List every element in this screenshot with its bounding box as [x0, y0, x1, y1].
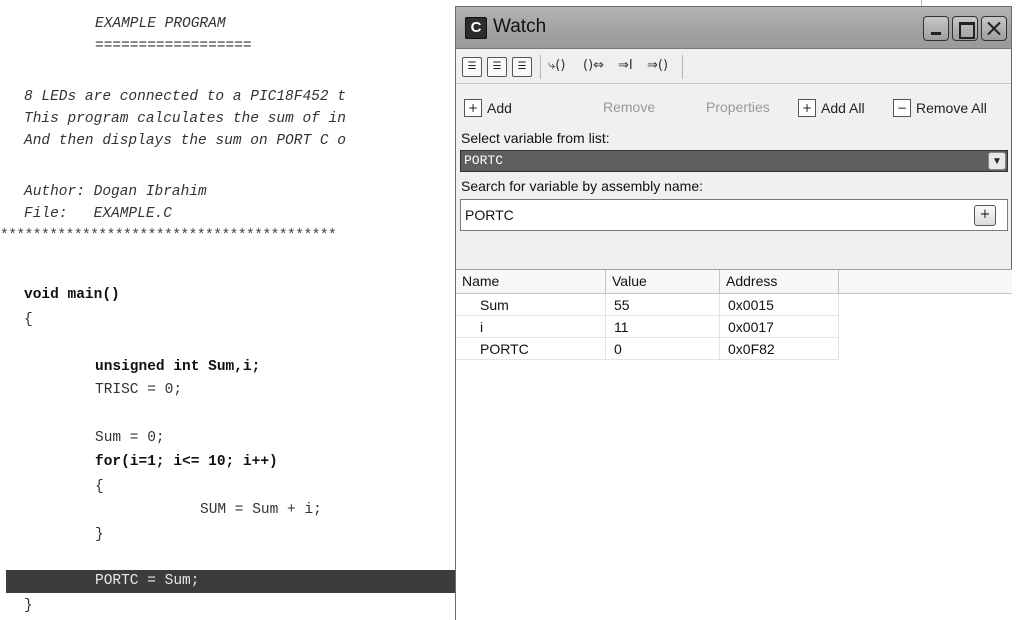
properties-button[interactable]: Properties — [706, 99, 770, 115]
watch-window[interactable]: C Watch ☰ ☰ ☰ ⤷() ()⇔ ⇒I ⇒() + Add Remove… — [455, 6, 1012, 620]
code-line-open-brace: { — [24, 312, 33, 328]
watch-add-icon[interactable]: ☰ — [462, 57, 482, 77]
toolbar-separator — [540, 55, 541, 79]
step-into-icon[interactable]: ⤷() — [548, 58, 565, 73]
variable-select-value: PORTC — [464, 153, 504, 168]
cell-value: 11 — [606, 316, 720, 338]
add-symbol-icon[interactable]: + — [974, 205, 996, 226]
code-line-sum-add: SUM = Sum + i; — [200, 502, 322, 518]
chevron-down-icon[interactable]: ▼ — [988, 152, 1006, 170]
add-button[interactable]: + Add — [464, 99, 512, 117]
code-line-sum-init: Sum = 0; — [95, 430, 165, 446]
table-row[interactable]: i 11 0x0017 — [456, 316, 839, 338]
add-icon: + — [464, 99, 482, 117]
toolbar-separator — [682, 55, 683, 79]
comment-line: This program calculates the sum of in — [24, 111, 346, 127]
search-variable-label: Search for variable by assembly name: — [461, 178, 703, 194]
cell-name: PORTC — [456, 338, 606, 360]
code-line-main: void main() — [24, 287, 120, 303]
file-line: File: EXAMPLE.C — [24, 206, 172, 222]
close-button[interactable] — [981, 16, 1007, 41]
maximize-button[interactable] — [952, 16, 978, 41]
watch-toolbar: ☰ ☰ ☰ ⤷() ()⇔ ⇒I ⇒() — [456, 50, 1011, 84]
watch-variables-table[interactable]: Name Value Address Sum 55 0x0015 i 11 0x… — [456, 269, 1012, 620]
column-header-name[interactable]: Name — [456, 270, 606, 294]
app-icon: C — [465, 17, 487, 39]
remove-all-icon: − — [893, 99, 911, 117]
cell-value: 0 — [606, 338, 720, 360]
code-line-portc: PORTC = Sum; — [95, 573, 200, 589]
cell-name: Sum — [456, 294, 606, 316]
cell-value: 55 — [606, 294, 720, 316]
program-title: EXAMPLE PROGRAM — [95, 16, 226, 32]
column-header-empty — [839, 270, 1012, 294]
table-row[interactable]: Sum 55 0x0015 — [456, 294, 839, 316]
code-line-for-close: } — [95, 527, 104, 543]
code-line-close-brace: } — [24, 598, 33, 614]
cell-address: 0x0017 — [720, 316, 839, 338]
remove-all-button[interactable]: − Remove All — [893, 99, 987, 117]
watch-copy-icon[interactable]: ☰ — [487, 57, 507, 77]
author-line: Author: Dogan Ibrahim — [24, 184, 207, 200]
variable-select[interactable]: PORTC ▼ — [460, 150, 1008, 172]
comment-separator: ****************************************… — [0, 228, 337, 244]
cell-address: 0x0F82 — [720, 338, 839, 360]
cell-address: 0x0015 — [720, 294, 839, 316]
title-bar[interactable]: C Watch — [456, 7, 1011, 49]
select-variable-label: Select variable from list: — [461, 130, 610, 146]
remove-button[interactable]: Remove — [603, 99, 655, 115]
watch-remove-icon[interactable]: ☰ — [512, 57, 532, 77]
comment-line: 8 LEDs are connected to a PIC18F452 t — [24, 89, 346, 105]
current-line-highlight: PORTC = Sum; — [6, 570, 466, 593]
step-out-icon[interactable]: ⇒() — [647, 58, 668, 73]
step-over-icon[interactable]: ()⇔ — [583, 58, 604, 73]
program-title-underline: ================== — [95, 38, 252, 54]
add-all-icon: + — [798, 99, 816, 117]
column-header-value[interactable]: Value — [606, 270, 720, 294]
code-line-for-open: { — [95, 479, 104, 495]
run-to-cursor-icon[interactable]: ⇒I — [618, 58, 633, 73]
minimize-button[interactable] — [923, 16, 949, 41]
watch-actions: + Add Remove Properties + Add All − Remove … — [456, 85, 1011, 129]
code-line-for: for(i=1; i<= 10; i++) — [95, 454, 278, 470]
window-title: Watch — [493, 16, 547, 37]
cell-name: i — [456, 316, 606, 338]
add-all-button[interactable]: + Add All — [798, 99, 865, 117]
code-line-trisc: TRISC = 0; — [95, 382, 183, 398]
code-line-declaration: unsigned int Sum,i; — [95, 359, 261, 375]
column-header-address[interactable]: Address — [720, 270, 839, 294]
comment-line: And then displays the sum on PORT C o — [24, 133, 346, 149]
table-row[interactable]: PORTC 0 0x0F82 — [456, 338, 839, 360]
assembly-name-search-input[interactable] — [460, 199, 1008, 231]
